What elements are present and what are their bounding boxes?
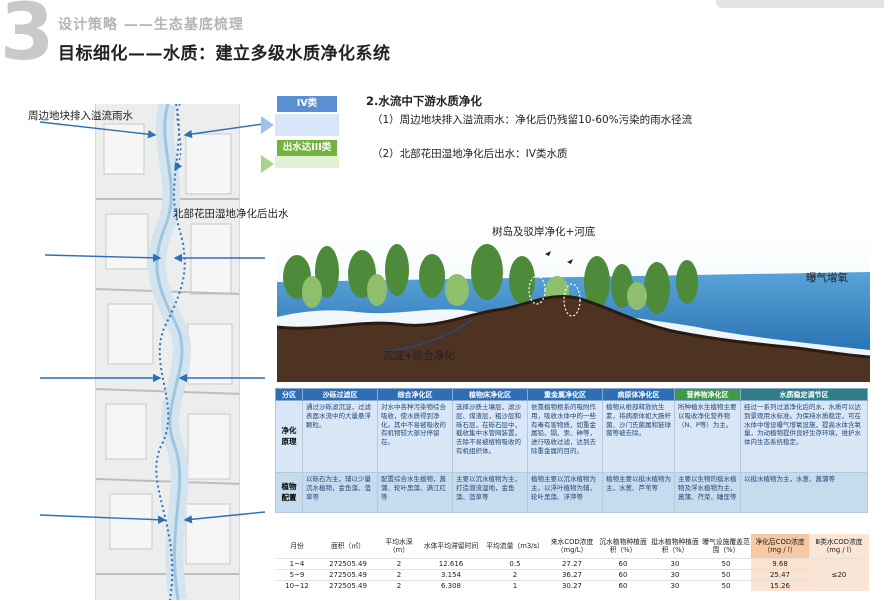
row-label: 净化原理 bbox=[275, 400, 303, 473]
column-header: Ⅲ类水COD浓度（mg / l） bbox=[809, 534, 869, 558]
legend-arrow-green-icon bbox=[261, 155, 274, 173]
table-cell: 依靠植物根系的吸附作用，吸收水体中的一些有毒有害物质，如重金属铅、镉、汞、砷等，… bbox=[527, 400, 603, 473]
column-header: 面积（㎡） bbox=[317, 534, 379, 558]
legend-class-iv: IV类 bbox=[277, 96, 337, 112]
corner-decoration bbox=[716, 0, 884, 8]
table-cell: 272505.49 bbox=[317, 579, 379, 591]
callout-aeration: 曝气增氧 bbox=[806, 272, 848, 284]
table-cell: 30.27 bbox=[547, 579, 597, 591]
column-header: 曝气设施覆盖范围（%） bbox=[701, 534, 751, 558]
zone-header: 水质稳定调节区 bbox=[740, 388, 868, 401]
table-cell: 60 bbox=[597, 557, 649, 569]
table-cell: 选择沙质土壤层，滤沙层、煤渣层，粗沙层和砾石层，在砾石层中，截收集中水管网装置，… bbox=[452, 400, 528, 473]
site-plan-drawing bbox=[96, 104, 239, 600]
page-title: 目标细化——水质：建立多级水质净化系统 bbox=[58, 44, 391, 64]
column-header: 净化后COD浓度（mg / l） bbox=[751, 534, 809, 558]
purification-title: 2.水流中下游水质净化 bbox=[366, 94, 482, 108]
table-cell: 25.47 bbox=[751, 568, 809, 580]
table-cell: 60 bbox=[597, 568, 649, 580]
table-cell: 2 bbox=[379, 557, 419, 569]
table-row: 1~4 272505.49 2 12.616 0.5 27.27 60 30 5… bbox=[277, 557, 869, 591]
site-plan-map bbox=[95, 104, 240, 600]
table-cell: 272505.49 bbox=[317, 568, 379, 580]
table-cell: 1 bbox=[483, 579, 547, 591]
table-cell: 植物主要以挺水植物为主，水葱、芦苇等 bbox=[602, 472, 675, 513]
callout-sediment: 沉淀+综合净化 bbox=[383, 350, 455, 362]
zone-header: 综合净化区 bbox=[377, 388, 453, 401]
table-cell: 30 bbox=[649, 579, 701, 591]
zone-header: 沙砾过滤区 bbox=[302, 388, 378, 401]
legend-class-iii: 出水达III类 bbox=[277, 140, 337, 156]
column-header: 月份 bbox=[277, 534, 317, 558]
table-cell: 10~12 bbox=[277, 579, 317, 591]
table-cell: 主要以沉水植物为主，打造潜流湿地，金鱼藻、菹草等 bbox=[452, 472, 528, 513]
table-cell: 2 bbox=[379, 579, 419, 591]
monthly-water-quality-table: 月份 面积（㎡） 平均水深（m） 水体平均滞留时间 平均流量（m3/s） 来水C… bbox=[277, 534, 869, 591]
table-cell: 9.68 bbox=[751, 557, 809, 569]
table-cell: 植物从根部释放抗生素，将病原体如大肠杆菌、沙门氏菌属和链球菌等被去除。 bbox=[602, 400, 675, 473]
table-cell: 272505.49 bbox=[317, 557, 379, 569]
strategy-corner: 分区 bbox=[275, 388, 303, 401]
callout-overflow-rainwater: 周边地块排入溢流雨水 bbox=[28, 110, 133, 122]
zone-header: 病原体净化区 bbox=[602, 388, 675, 401]
cod-limit-cell: ≤20 bbox=[809, 557, 869, 591]
table-cell: 6.308 bbox=[419, 579, 483, 591]
table-cell: 27.27 bbox=[547, 557, 597, 569]
zone-header: 营养物净化区 bbox=[674, 388, 741, 401]
table-cell: 对水中各种污染物综合吸收，使水质得到净化。其中不易被吸收的有机物较大部分停留在。 bbox=[377, 400, 453, 473]
table-row: 5~9 272505.49 2 3.154 2 36.27 60 30 50 2… bbox=[277, 568, 869, 580]
table-cell: 植物主要以沉水植物为主，以浮叶植物为辅，轮叶黑藻、浮萍等 bbox=[527, 472, 603, 513]
column-header: 挺水植物种植面积（%） bbox=[649, 534, 701, 558]
table-cell: 50 bbox=[701, 579, 751, 591]
column-header: 水体平均滞留时间 bbox=[419, 534, 483, 558]
callout-tree-island: 树岛及驳岸净化+河底 bbox=[492, 226, 596, 238]
table-cell: 50 bbox=[701, 557, 751, 569]
zone-header: 植物床净化区 bbox=[452, 388, 528, 401]
table-cell: 3.154 bbox=[419, 568, 483, 580]
column-header: 来水COD浓度（mg/L） bbox=[547, 534, 597, 558]
table-cell: 60 bbox=[597, 579, 649, 591]
table-cell: 配置综合水生植物，菖蒲、轮叶黑藻、满江红等 bbox=[377, 472, 453, 513]
legend-iii-swatch bbox=[275, 156, 339, 168]
table-cell: 1~4 bbox=[277, 557, 317, 569]
purification-item-2: （2）北部花田湿地净化后出水：IV类水质 bbox=[372, 148, 568, 160]
month-header-row: 月份 面积（㎡） 平均水深（m） 水体平均滞留时间 平均流量（m3/s） 来水C… bbox=[277, 534, 869, 558]
table-cell: 30 bbox=[649, 557, 701, 569]
table-cell: 2 bbox=[379, 568, 419, 580]
zone-header: 重金属净化区 bbox=[527, 388, 603, 401]
table-row: 净化原理 通过沙砾滤沉淀，过滤表面水流中的大量悬浮颗粒。 对水中各种污染物综合吸… bbox=[275, 400, 868, 473]
table-cell: 5~9 bbox=[277, 568, 317, 580]
table-cell: 所种植水生植物主要以吸收净化营养物（N、P等）为主。 bbox=[674, 400, 741, 473]
river-section-illustration bbox=[277, 232, 870, 382]
table-cell: 15.26 bbox=[751, 579, 809, 591]
table-cell: 以挺水植物为主，水葱、菖蒲等 bbox=[740, 472, 868, 513]
row-label: 植物配置 bbox=[275, 472, 303, 513]
table-row: 植物配置 以砾石为主，辅以少量沉水植物，金鱼藻、菹草等 配置综合水生植物，菖蒲、… bbox=[275, 472, 868, 513]
table-row: 10~12 272505.49 2 6.308 1 30.27 60 30 50… bbox=[277, 579, 869, 591]
table-cell: 0.5 bbox=[483, 557, 547, 569]
legend-iv-swatch bbox=[275, 114, 339, 136]
section-number: 3 bbox=[0, 0, 55, 78]
column-header: 沉水植物种植面积（%） bbox=[597, 534, 649, 558]
column-header: 平均流量（m3/s） bbox=[483, 534, 547, 558]
table-cell: 以砾石为主，辅以少量沉水植物，金鱼藻、菹草等 bbox=[302, 472, 378, 513]
table-cell: 经过一系列过滤净化后的水，水质可以达到景观用水标准。为保持水质稳定，可在水体中增… bbox=[740, 400, 868, 473]
table-cell: 2 bbox=[483, 568, 547, 580]
callout-wetland-outflow: 北部花田湿地净化后出水 bbox=[173, 208, 289, 220]
strategy-table: 分区 沙砾过滤区 综合净化区 植物床净化区 重金属净化区 病原体净化区 营养物净… bbox=[275, 388, 868, 513]
table-cell: 36.27 bbox=[547, 568, 597, 580]
table-cell: 50 bbox=[701, 568, 751, 580]
table-cell: 12.616 bbox=[419, 557, 483, 569]
purification-item-1: （1）周边地块排入溢流雨水：净化后仍残留10-60%污染的雨水径流 bbox=[372, 114, 693, 126]
section-label: 设计策略 ——生态基底梳理 bbox=[58, 17, 244, 33]
strategy-header-row: 分区 沙砾过滤区 综合净化区 植物床净化区 重金属净化区 病原体净化区 营养物净… bbox=[275, 388, 868, 401]
table-cell: 30 bbox=[649, 568, 701, 580]
column-header: 平均水深（m） bbox=[379, 534, 419, 558]
table-cell: 通过沙砾滤沉淀，过滤表面水流中的大量悬浮颗粒。 bbox=[302, 400, 378, 473]
table-cell: 主要以生物的挺水植物及浮水植物为主，菖蒲、荇菜、睡莲等 bbox=[674, 472, 741, 513]
legend-arrow-blue-icon bbox=[261, 116, 274, 134]
